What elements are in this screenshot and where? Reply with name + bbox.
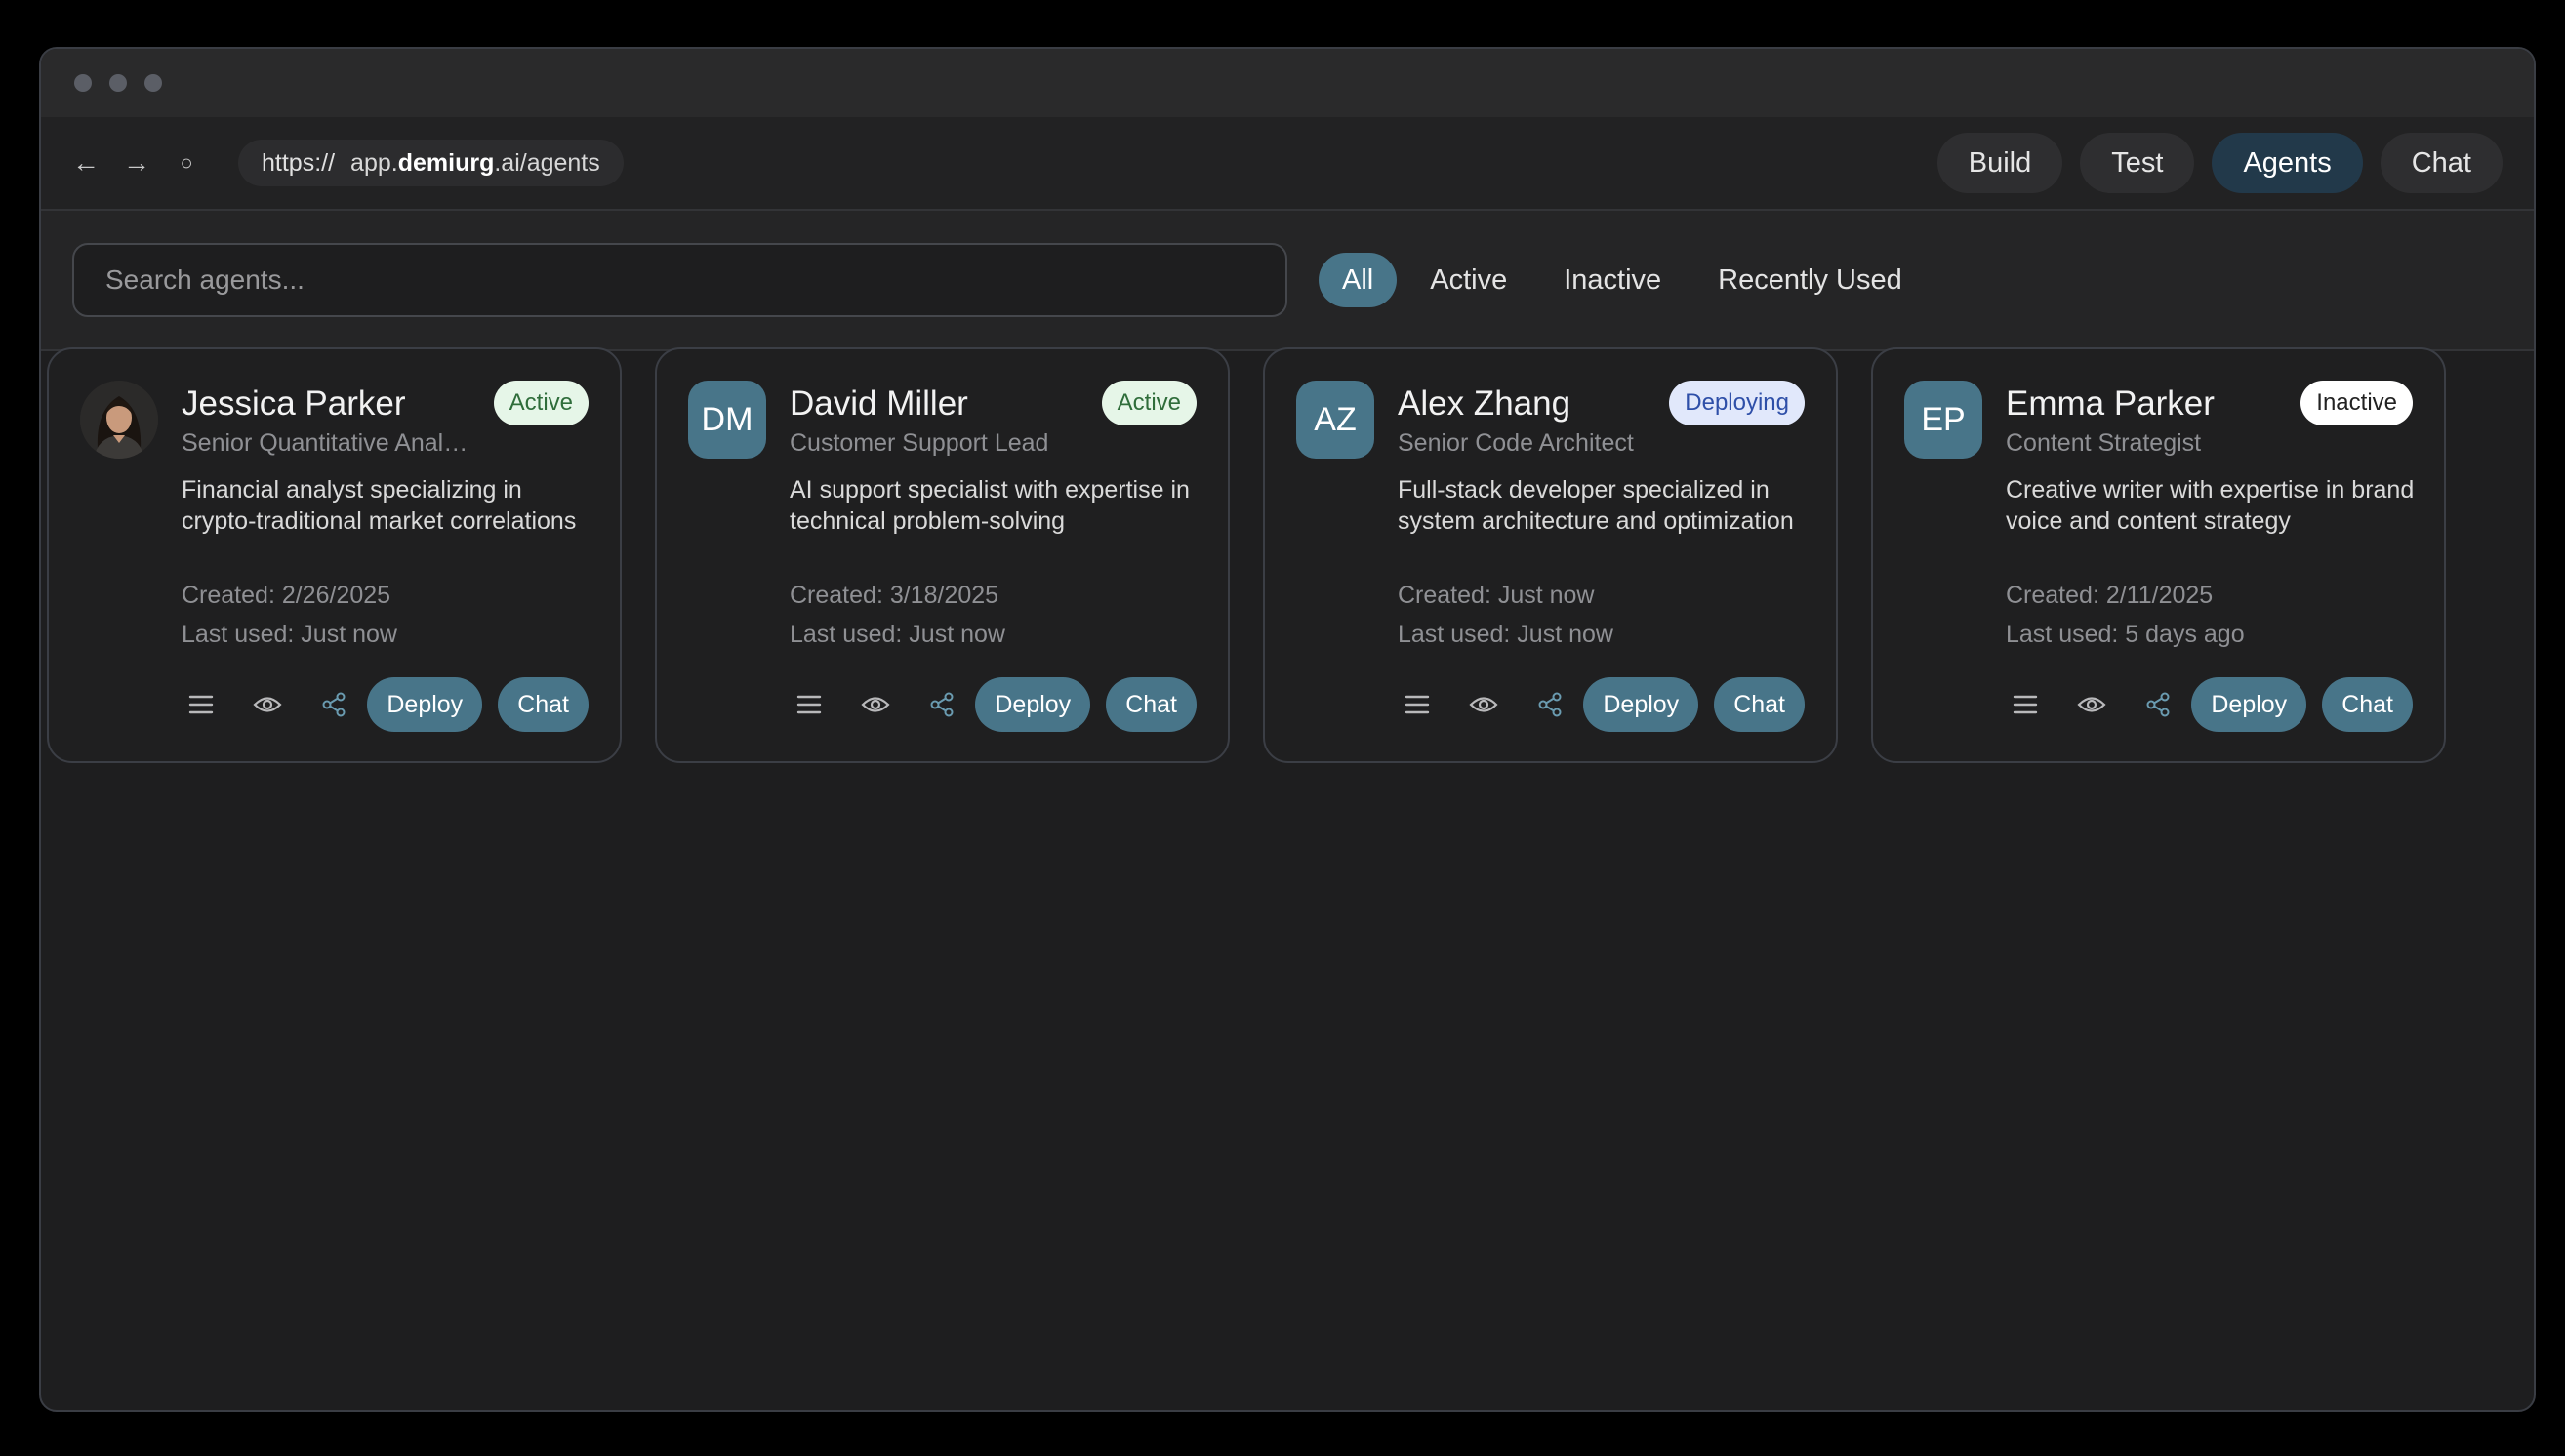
agent-name: Jessica Parker xyxy=(182,384,406,423)
top-nav-tabs: Build Test Agents Chat xyxy=(1936,133,2503,193)
chat-button[interactable]: Chat xyxy=(1714,677,1805,732)
agent-card: EP Emma Parker Content Strategist Inacti… xyxy=(1871,347,2446,763)
deploy-button[interactable]: Deploy xyxy=(2191,677,2307,732)
last-used: Last used: Just now xyxy=(1398,621,1613,648)
agent-description: Creative writer with expertise in brand … xyxy=(2006,476,2415,535)
agent-name: David Miller xyxy=(790,384,968,423)
deploy-button[interactable]: Deploy xyxy=(367,677,483,732)
address-bar[interactable]: https:// app. demiurg .ai/agents xyxy=(238,140,624,186)
deploy-button[interactable]: Deploy xyxy=(975,677,1091,732)
chat-button[interactable]: Chat xyxy=(1106,677,1197,732)
avatar: AZ xyxy=(1296,381,1374,459)
status-badge: Active xyxy=(493,381,589,425)
close-window-dot[interactable] xyxy=(74,74,92,92)
menu-icon[interactable] xyxy=(168,677,234,732)
agent-card-list: Jessica Parker Senior Quantitative Analy… xyxy=(47,347,2446,763)
eye-icon[interactable] xyxy=(234,677,301,732)
chat-button[interactable]: Chat xyxy=(2322,677,2413,732)
status-badge: Deploying xyxy=(1669,381,1805,425)
filter-recently-used[interactable]: Recently Used xyxy=(1694,253,1926,307)
avatar xyxy=(80,381,158,459)
agent-meta: Created: Just now Last used: Just now xyxy=(1398,576,1613,654)
card-actions: Deploy Chat xyxy=(168,677,589,732)
card-actions: Deploy Chat xyxy=(1992,677,2413,732)
chat-button[interactable]: Chat xyxy=(498,677,589,732)
search-input[interactable] xyxy=(72,243,1287,317)
agent-role: Senior Quantitative Analyst xyxy=(182,429,474,457)
tab-test[interactable]: Test xyxy=(2080,133,2195,193)
card-actions: Deploy Chat xyxy=(1384,677,1805,732)
url-suffix: .ai/agents xyxy=(494,148,600,177)
agent-meta: Created: 3/18/2025 Last used: Just now xyxy=(790,576,1005,654)
agent-role: Content Strategist xyxy=(2006,429,2202,457)
created-date: Created: 2/26/2025 xyxy=(182,582,391,609)
eye-icon[interactable] xyxy=(1450,677,1517,732)
share-icon[interactable] xyxy=(1517,677,1583,732)
agent-meta: Created: 2/11/2025 Last used: 5 days ago xyxy=(2006,576,2245,654)
filter-bar: All Active Inactive Recently Used xyxy=(41,211,2534,351)
last-used: Last used: 5 days ago xyxy=(2006,621,2245,648)
deploy-button[interactable]: Deploy xyxy=(1583,677,1699,732)
filter-group: All Active Inactive Recently Used xyxy=(1319,253,1926,307)
last-used: Last used: Just now xyxy=(182,621,397,648)
agent-card: DM David Miller Customer Support Lead Ac… xyxy=(655,347,1230,763)
filter-all[interactable]: All xyxy=(1319,253,1398,307)
agent-description: Full-stack developer specialized in syst… xyxy=(1398,476,1794,535)
tab-build[interactable]: Build xyxy=(1936,133,2063,193)
url-prefix: app. xyxy=(350,148,398,177)
share-icon[interactable] xyxy=(301,677,367,732)
share-icon[interactable] xyxy=(2125,677,2191,732)
agent-role: Customer Support Lead xyxy=(790,429,1049,457)
back-arrow-icon[interactable]: ← xyxy=(72,147,100,179)
eye-icon[interactable] xyxy=(842,677,909,732)
forward-arrow-icon[interactable]: → xyxy=(123,147,150,179)
tab-agents[interactable]: Agents xyxy=(2212,133,2363,193)
avatar: EP xyxy=(1904,381,1982,459)
avatar: DM xyxy=(688,381,766,459)
agent-card: AZ Alex Zhang Senior Code Architect Depl… xyxy=(1263,347,1838,763)
title-bar xyxy=(41,49,2534,117)
created-date: Created: 2/11/2025 xyxy=(2006,582,2214,609)
url-protocol: https:// xyxy=(262,148,336,177)
menu-icon[interactable] xyxy=(1992,677,2058,732)
tab-chat[interactable]: Chat xyxy=(2380,133,2503,193)
agent-meta: Created: 2/26/2025 Last used: Just now xyxy=(182,576,397,654)
agent-description: Financial analyst specializing in crypto… xyxy=(182,476,577,535)
agent-name: Alex Zhang xyxy=(1398,384,1571,423)
menu-icon[interactable] xyxy=(776,677,842,732)
status-badge: Active xyxy=(1101,381,1197,425)
url-domain: demiurg xyxy=(397,148,495,177)
agent-name: Emma Parker xyxy=(2006,384,2215,423)
share-icon[interactable] xyxy=(909,677,975,732)
eye-icon[interactable] xyxy=(2058,677,2125,732)
agent-role: Senior Code Architect xyxy=(1398,429,1634,457)
created-date: Created: 3/18/2025 xyxy=(790,582,999,609)
filter-active[interactable]: Active xyxy=(1406,253,1530,307)
agent-card: Jessica Parker Senior Quantitative Analy… xyxy=(47,347,622,763)
filter-inactive[interactable]: Inactive xyxy=(1540,253,1685,307)
minimize-window-dot[interactable] xyxy=(109,74,127,92)
reload-icon[interactable]: ○ xyxy=(174,150,199,176)
maximize-window-dot[interactable] xyxy=(144,74,162,92)
created-date: Created: Just now xyxy=(1398,582,1595,609)
card-actions: Deploy Chat xyxy=(776,677,1197,732)
menu-icon[interactable] xyxy=(1384,677,1450,732)
nav-bar: ← → ○ https:// app. demiurg .ai/agents Bui… xyxy=(41,117,2534,211)
status-badge: Inactive xyxy=(2300,381,2413,425)
last-used: Last used: Just now xyxy=(790,621,1005,648)
agent-description: AI support specialist with expertise in … xyxy=(790,476,1190,535)
